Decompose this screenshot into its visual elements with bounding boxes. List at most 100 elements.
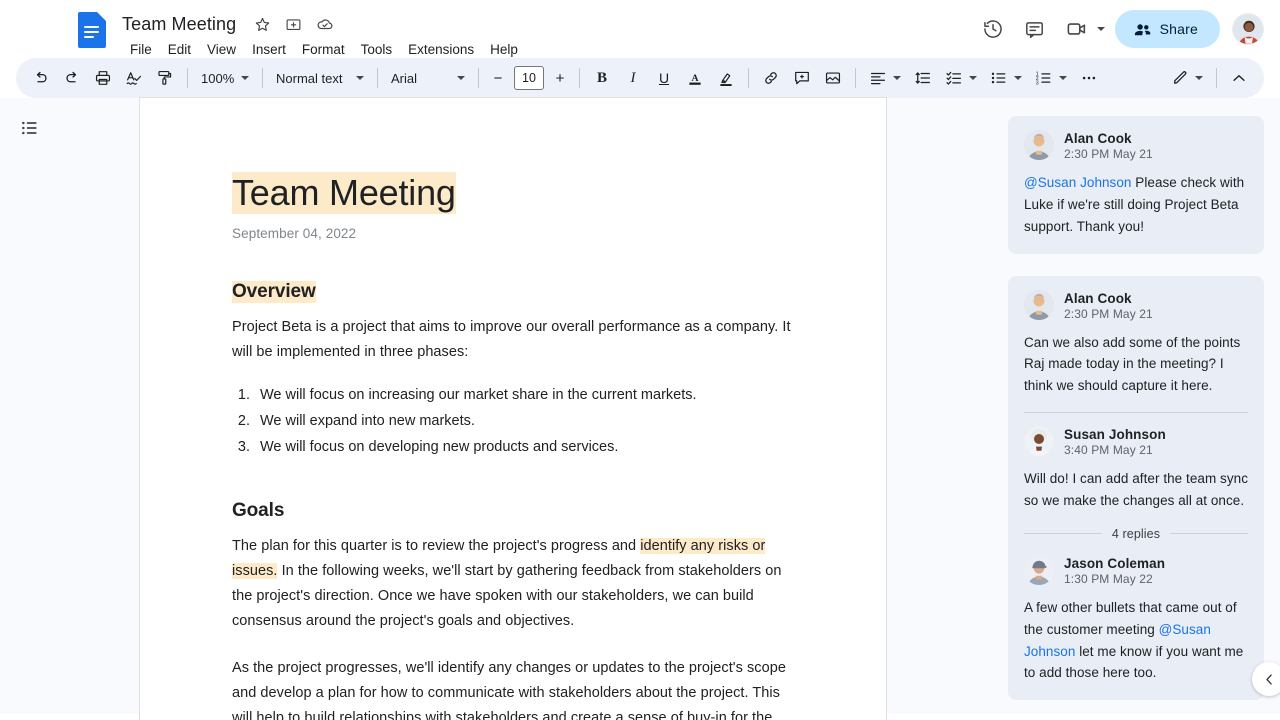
add-comment-icon[interactable] [787,63,817,93]
reply-header: Jason Coleman 1:30 PM May 22 [1024,555,1248,586]
comment-divider [1024,412,1248,413]
alan-cook-avatar [1024,130,1054,160]
user-avatar[interactable] [1232,13,1264,45]
increase-font-size-button[interactable]: + [548,66,572,90]
comment-meta: Alan Cook 2:30 PM May 21 [1064,130,1153,161]
paint-format-icon[interactable] [150,63,180,93]
heading-overview: Overview [232,281,316,303]
list-item: We will focus on increasing our market s… [254,383,794,408]
toolbar-divider [579,68,580,88]
menu-view[interactable]: View [199,39,244,60]
redo-icon[interactable] [57,63,87,93]
editing-mode-dropdown[interactable] [1165,63,1209,93]
bold-button[interactable]: B [587,63,617,93]
chevron-down-icon [1195,76,1203,80]
document-date: September 04, 2022 [232,226,794,241]
title-and-menus: Team Meeting File Edit [118,8,526,60]
menu-insert[interactable]: Insert [244,39,294,60]
divider-line [1024,533,1102,534]
paragraph-style-dropdown[interactable]: Normal text [270,63,370,93]
version-history-icon[interactable] [974,10,1012,48]
comment-timestamp: 3:40 PM May 21 [1064,443,1166,457]
replies-divider[interactable]: 4 replies [1024,527,1248,541]
undo-icon[interactable] [26,63,56,93]
comment-meta: Alan Cook 2:30 PM May 21 [1064,290,1153,321]
chevron-down-icon [969,76,977,80]
move-to-folder-icon[interactable] [285,16,302,33]
share-button[interactable]: Share [1115,10,1220,48]
font-value: Arial [391,71,451,86]
mention-link[interactable]: @Susan Johnson [1024,175,1131,190]
people-icon [1133,20,1152,39]
title-row: Team Meeting [118,10,526,38]
document-page[interactable]: Team Meeting September 04, 2022 Overview… [140,98,886,720]
comments-sidebar: Alan Cook 2:30 PM May 21 @Susan Johnson … [994,98,1280,714]
chevron-up-icon[interactable] [1224,63,1254,93]
font-dropdown[interactable]: Arial [385,63,471,93]
comment-body: Can we also add some of the points Raj m… [1024,332,1248,398]
highlight-color-icon[interactable] [711,63,741,93]
comment-thread[interactable]: Alan Cook 2:30 PM May 21 @Susan Johnson … [1008,116,1264,254]
menu-edit[interactable]: Edit [160,39,199,60]
comment-thread[interactable]: Alan Cook 2:30 PM May 21 Can we also add… [1008,276,1264,701]
comment-meta: Jason Coleman 1:30 PM May 22 [1064,555,1165,586]
docs-logo-lines [84,26,99,41]
chevron-left-icon[interactable] [1252,662,1280,696]
meet-camera-icon[interactable] [1058,10,1096,48]
alan-cook-avatar [1024,290,1054,320]
page-title: Team Meeting [232,172,456,214]
bulleted-list-icon [990,69,1008,87]
zoom-dropdown[interactable]: 100% [195,63,255,93]
comment-timestamp: 2:30 PM May 21 [1064,307,1153,321]
checklist-dropdown[interactable] [939,63,983,93]
comment-body: @Susan Johnson Please check with Luke if… [1024,172,1248,238]
menu-help[interactable]: Help [482,39,526,60]
header-actions: Share [974,10,1264,48]
print-icon[interactable] [88,63,118,93]
numbered-list-icon: 1 2 3 [1035,69,1053,87]
toolbar-divider [187,68,188,88]
insert-link-icon[interactable] [756,63,786,93]
google-docs-icon[interactable] [78,12,106,48]
underline-button[interactable]: U [649,63,679,93]
meet-chevron-down-icon[interactable] [1097,27,1105,31]
svg-text:A: A [691,72,698,83]
font-size-input[interactable]: 10 [514,66,544,90]
decrease-font-size-button[interactable]: − [486,66,510,90]
toolbar-divider [1216,68,1217,88]
toolbar-divider [262,68,263,88]
susan-johnson-avatar [1024,426,1054,456]
text-color-icon[interactable]: A [680,63,710,93]
cloud-saved-icon[interactable] [316,15,334,33]
app-header: Team Meeting File Edit [0,0,1280,58]
toolbar-wrap: 100% Normal text Arial − 10 + B I U A [0,58,1280,98]
formatting-toolbar: 100% Normal text Arial − 10 + B I U A [16,58,1264,98]
document-title[interactable]: Team Meeting [118,13,240,36]
outline-rail [0,98,60,714]
menu-bar: File Edit View Insert Format Tools Exten… [122,39,526,60]
star-icon[interactable] [254,16,271,33]
comment-history-icon[interactable] [1016,10,1054,48]
comment-timestamp: 1:30 PM May 22 [1064,572,1165,586]
zoom-value: 100% [201,71,235,86]
document-outline-icon[interactable] [14,112,46,144]
heading-goals: Goals [232,500,284,522]
bulleted-list-dropdown[interactable] [984,63,1028,93]
menu-file[interactable]: File [122,39,160,60]
menu-extensions[interactable]: Extensions [400,39,482,60]
align-dropdown[interactable] [863,63,907,93]
comment-author: Susan Johnson [1064,427,1166,442]
divider-line [1170,533,1248,534]
spellcheck-icon[interactable] [119,63,149,93]
menu-format[interactable]: Format [294,39,353,60]
insert-image-icon[interactable] [818,63,848,93]
line-spacing-icon[interactable] [908,63,938,93]
meet-group[interactable] [1058,10,1111,48]
pencil-editing-icon [1171,69,1189,87]
numbered-list-dropdown[interactable]: 1 2 3 [1029,63,1073,93]
editor-body: Team Meeting September 04, 2022 Overview… [0,98,1280,714]
more-options-icon[interactable] [1074,63,1104,93]
comment-body: Will do! I can add after the team sync s… [1024,468,1248,512]
menu-tools[interactable]: Tools [353,39,401,60]
italic-button[interactable]: I [618,63,648,93]
